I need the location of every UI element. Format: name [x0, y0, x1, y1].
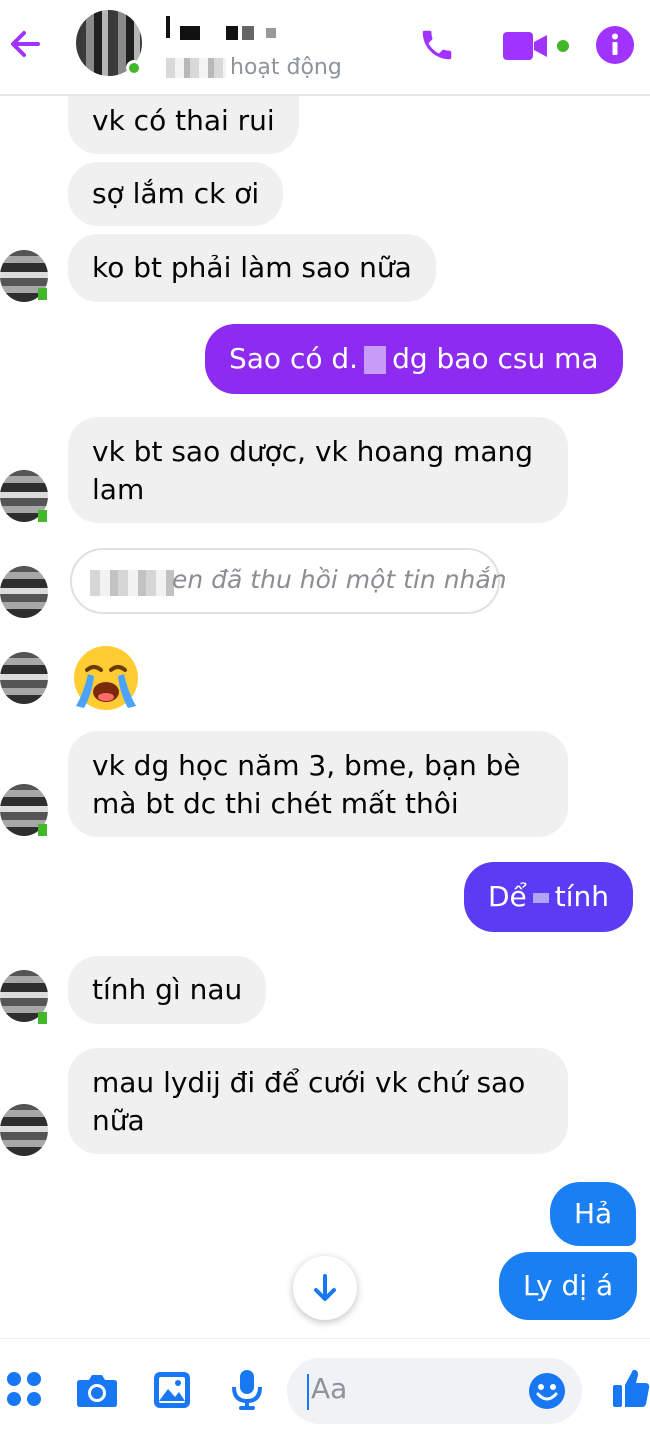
contact-name-redacted[interactable]	[166, 14, 286, 42]
message-bubble-incoming[interactable]: ko bt phải làm sao nữa	[68, 234, 436, 302]
camera-icon[interactable]	[76, 1372, 118, 1412]
sender-avatar[interactable]	[0, 566, 48, 618]
message-text: tính gì nau	[92, 973, 243, 1006]
message-bubble-incoming[interactable]: mau lydij đi để cưới vk chứ sao nữa	[68, 1048, 568, 1154]
message-text: sợ lắm ck ơi	[92, 177, 260, 210]
microphone-icon[interactable]	[230, 1369, 264, 1415]
message-text: Ly dị á	[523, 1269, 614, 1302]
thumbs-up-icon[interactable]	[612, 1367, 650, 1413]
message-bubble-incoming[interactable]: vk dg học năm 3, bme, bạn bè mà bt dc th…	[68, 731, 568, 837]
text-caret	[307, 1374, 309, 1410]
online-indicator	[126, 60, 142, 76]
message-bubble-outgoing[interactable]: Ly dị á	[499, 1252, 638, 1320]
info-icon[interactable]	[596, 26, 634, 68]
online-indicator	[38, 510, 47, 522]
message-bubble-incoming[interactable]: sợ lắm ck ơi	[68, 162, 284, 226]
message-bubble-incoming[interactable]: tính gì nau	[68, 956, 267, 1024]
sender-avatar[interactable]	[0, 652, 48, 704]
message-text: Hả	[574, 1197, 613, 1230]
message-bubble-incoming[interactable]: vk bt sao dược, vk hoang mang lam	[68, 417, 568, 523]
message-text: Dể	[488, 880, 527, 913]
sender-avatar[interactable]	[0, 1104, 48, 1156]
chat-header: hoạt động	[0, 0, 650, 96]
image-icon[interactable]	[153, 1371, 191, 1413]
smiley-icon[interactable]	[528, 1372, 566, 1414]
message-input[interactable]: Aa	[287, 1358, 582, 1424]
message-text: ko bt phải làm sao nữa	[92, 251, 412, 284]
online-indicator	[38, 824, 47, 836]
scroll-to-bottom-button[interactable]	[293, 1256, 357, 1320]
message-bubble-outgoing[interactable]: Dể tính	[464, 862, 634, 932]
message-bubble-incoming[interactable]: vk có thai rui	[68, 96, 299, 154]
status-redacted	[166, 58, 226, 78]
message-text: dg bao csu ma	[392, 342, 599, 375]
online-indicator	[38, 288, 47, 300]
four-dots-icon[interactable]	[6, 1371, 42, 1411]
back-arrow-icon[interactable]	[8, 24, 44, 64]
message-text: vk dg học năm 3, bme, bạn bè mà bt dc th…	[92, 749, 521, 820]
message-text: mau lydij đi để cưới vk chứ sao nữa	[92, 1066, 526, 1137]
video-camera-icon[interactable]	[503, 30, 573, 66]
arrow-down-icon	[314, 1274, 336, 1301]
message-text: vk bt sao dược, vk hoang mang lam	[92, 435, 534, 506]
message-text: Sao có d.	[229, 342, 359, 375]
message-bubble-outgoing[interactable]: Sao có d. dg bao csu ma	[205, 324, 623, 394]
message-text: vk có thai rui	[92, 104, 275, 137]
message-composer: Aa	[0, 1338, 650, 1445]
sender-name-redacted	[90, 570, 174, 596]
crying-face-emoji[interactable]	[70, 640, 142, 712]
online-indicator	[38, 1012, 47, 1024]
redacted-word	[532, 893, 549, 903]
redacted-word	[364, 346, 387, 374]
message-text: tính	[554, 880, 610, 913]
recalled-message-text: en đã thu hồi một tin nhắn	[172, 565, 507, 594]
recalled-message-notice: en đã thu hồi một tin nhắn	[70, 548, 507, 614]
active-status: hoạt động	[230, 55, 342, 80]
message-input-placeholder: Aa	[311, 1372, 348, 1405]
phone-icon[interactable]	[418, 26, 456, 68]
message-bubble-outgoing[interactable]: Hả	[550, 1182, 637, 1246]
